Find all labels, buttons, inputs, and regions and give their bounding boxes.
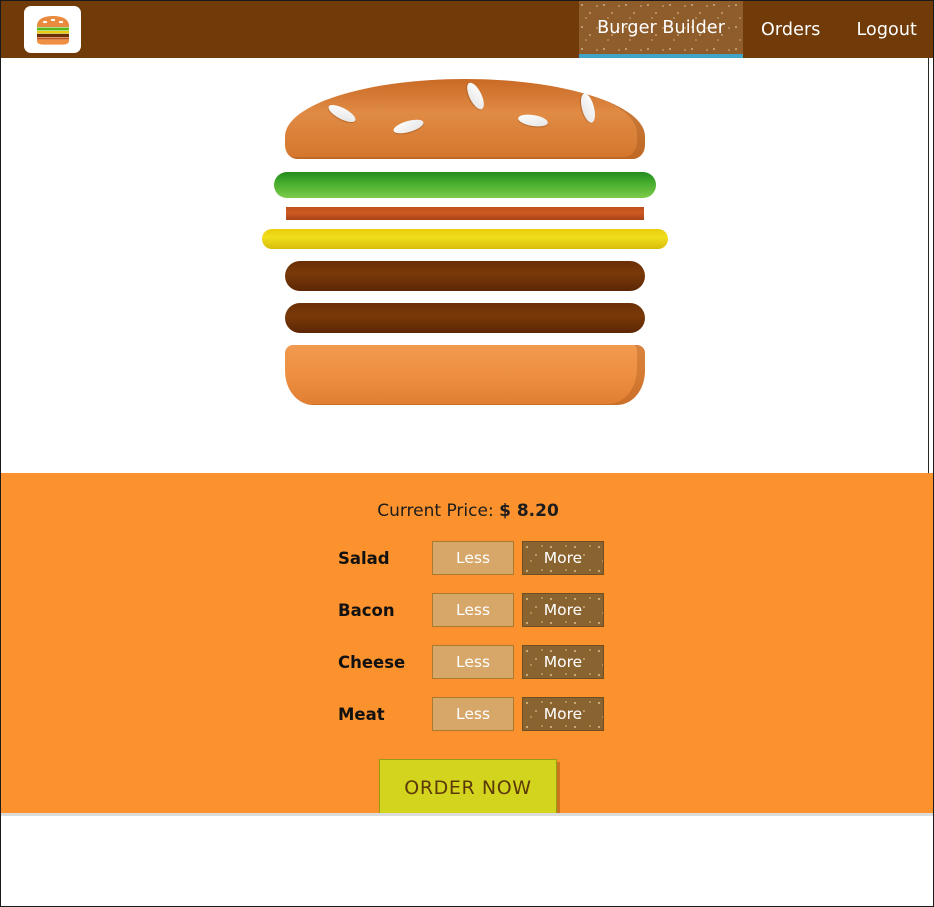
page-footer-area: [1, 819, 933, 906]
ingredient-label-bacon: Bacon: [338, 600, 395, 620]
order-now-button[interactable]: ORDER NOW: [379, 759, 557, 813]
burger-layer-meat: [284, 303, 645, 333]
less-button-bacon[interactable]: Less: [432, 593, 514, 627]
ingredient-control-bacon: Bacon Less More: [332, 593, 604, 627]
nav-item-burger-builder[interactable]: Burger Builder: [579, 1, 744, 58]
nav-item-orders-label: Orders: [761, 19, 821, 40]
ingredient-label-salad: Salad: [338, 548, 390, 568]
current-price-value: $ 8.20: [499, 501, 559, 521]
burger-preview-area: [1, 58, 929, 473]
more-button-cheese[interactable]: More: [522, 645, 604, 679]
less-button-cheese[interactable]: Less: [432, 645, 514, 679]
burger-layer-bread-top: [284, 79, 645, 159]
burger-stack: [261, 79, 668, 405]
ingredient-control-salad: Salad Less More: [332, 541, 604, 575]
ingredient-control-list: Salad Less More Bacon Less More Cheese L…: [1, 541, 933, 749]
more-button-bacon[interactable]: More: [522, 593, 604, 627]
burger-layer-salad: [273, 172, 656, 198]
top-toolbar: Burger Builder Orders Logout: [1, 1, 933, 58]
sesame-seed-icon: [516, 112, 549, 129]
app-logo[interactable]: [24, 6, 81, 53]
nav-item-burger-builder-label: Burger Builder: [597, 17, 726, 38]
burger-layer-cheese: [261, 229, 668, 249]
ingredient-control-cheese: Cheese Less More: [332, 645, 604, 679]
nav-item-logout-label: Logout: [856, 19, 917, 40]
less-button-salad[interactable]: Less: [432, 541, 514, 575]
burger-layer-bacon: [285, 207, 644, 220]
ingredient-control-meat: Meat Less More: [332, 697, 604, 731]
ingredient-label-cheese: Cheese: [338, 652, 406, 672]
build-controls-panel: Current Price: $ 8.20 Salad Less More Ba…: [1, 473, 933, 816]
sesame-seed-icon: [391, 116, 425, 137]
nav-item-logout[interactable]: Logout: [838, 1, 933, 58]
current-price-label: Current Price:: [377, 501, 494, 521]
current-price: Current Price: $ 8.20: [1, 473, 933, 521]
ingredient-label-meat: Meat: [338, 704, 385, 724]
more-button-salad[interactable]: More: [522, 541, 604, 575]
sesame-seed-icon: [463, 80, 487, 112]
burger-layer-bread-bottom: [284, 345, 645, 405]
sesame-seed-icon: [325, 101, 358, 126]
more-button-meat[interactable]: More: [522, 697, 604, 731]
less-button-meat[interactable]: Less: [432, 697, 514, 731]
navigation-items: Burger Builder Orders Logout: [579, 1, 933, 58]
burger-logo-icon: [33, 14, 73, 46]
nav-item-orders[interactable]: Orders: [743, 1, 838, 58]
burger-builder-page: Burger Builder Orders Logout Current Pri…: [0, 0, 934, 907]
burger-layer-meat: [284, 261, 645, 291]
sesame-seed-icon: [577, 91, 598, 125]
